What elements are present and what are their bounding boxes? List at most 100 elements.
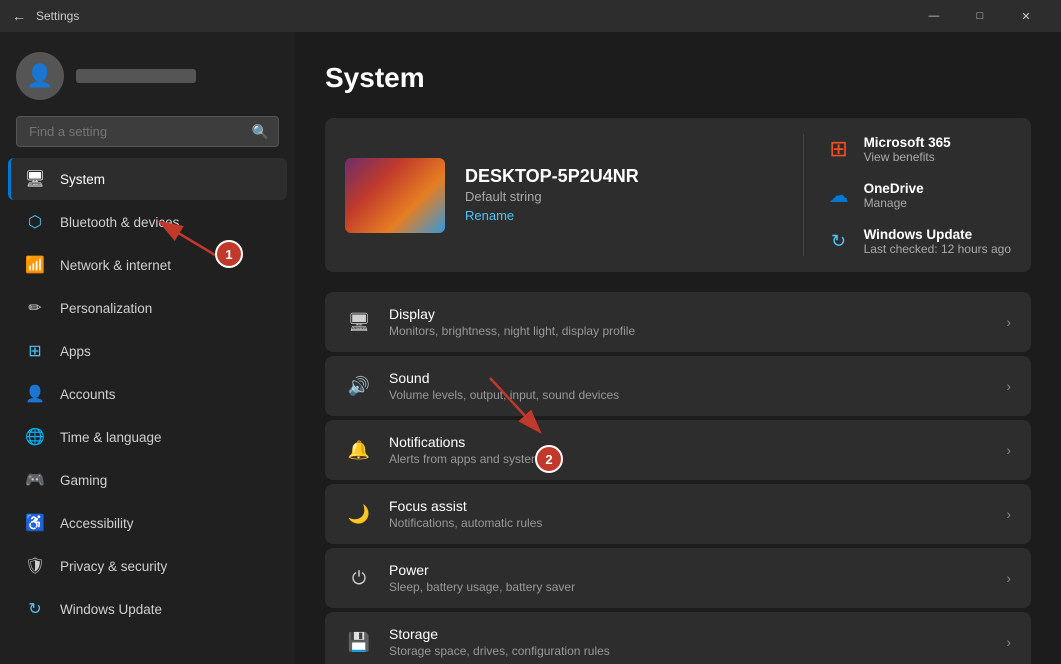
onedrive-subtitle: Manage bbox=[864, 196, 924, 210]
maximize-button[interactable]: □ bbox=[957, 0, 1003, 32]
titlebar: ← Settings — □ ✕ bbox=[0, 0, 1061, 32]
windows-update-action-icon: ↻ bbox=[824, 226, 854, 256]
sidebar-item-network[interactable]: 📶 Network & internet bbox=[8, 244, 287, 286]
sound-title: Sound bbox=[389, 370, 990, 386]
sidebar: 👤 🔍 🖥 System ⬡ Bl bbox=[0, 32, 295, 664]
chevron-right-icon: › bbox=[1006, 506, 1011, 522]
sidebar-item-label: Accounts bbox=[60, 387, 116, 402]
settings-row-focus-assist[interactable]: 🌙 Focus assist Notifications, automatic … bbox=[325, 484, 1031, 544]
power-icon: ⏻ bbox=[345, 564, 373, 592]
settings-row-notifications[interactable]: 🔔 Notifications Alerts from apps and sys… bbox=[325, 420, 1031, 480]
sidebar-item-accounts[interactable]: 👤 Accounts bbox=[8, 373, 287, 415]
chevron-right-icon: › bbox=[1006, 634, 1011, 650]
sidebar-item-label: Network & internet bbox=[60, 258, 171, 273]
search-container: 🔍 bbox=[16, 116, 279, 147]
window-title: Settings bbox=[36, 9, 79, 23]
device-actions: ⊞ Microsoft 365 View benefits ☁ OneDrive… bbox=[803, 134, 1011, 256]
sidebar-item-time[interactable]: 🌐 Time & language bbox=[8, 416, 287, 458]
settings-list: 🖥 Display Monitors, brightness, night li… bbox=[325, 292, 1031, 664]
personalization-icon: ✏ bbox=[24, 297, 46, 319]
onedrive-title: OneDrive bbox=[864, 181, 924, 196]
username-placeholder bbox=[76, 69, 196, 83]
main-content: System DESKTOP-5P2U4NR Default string Re… bbox=[295, 32, 1061, 664]
sidebar-item-bluetooth[interactable]: ⬡ Bluetooth & devices bbox=[8, 201, 287, 243]
notifications-icon: 🔔 bbox=[345, 436, 373, 464]
focus-assist-icon: 🌙 bbox=[345, 500, 373, 528]
microsoft365-subtitle: View benefits bbox=[864, 150, 951, 164]
notifications-title: Notifications bbox=[389, 434, 990, 450]
time-icon: 🌐 bbox=[24, 426, 46, 448]
privacy-icon: 🛡 bbox=[24, 555, 46, 577]
chevron-right-icon: › bbox=[1006, 378, 1011, 394]
device-name: DESKTOP-5P2U4NR bbox=[465, 166, 783, 187]
windows-update-action[interactable]: ↻ Windows Update Last checked: 12 hours … bbox=[824, 226, 1011, 256]
microsoft365-icon: ⊞ bbox=[824, 134, 854, 164]
titlebar-left: ← Settings bbox=[12, 8, 79, 24]
settings-row-display[interactable]: 🖥 Display Monitors, brightness, night li… bbox=[325, 292, 1031, 352]
windows-update-icon: ↻ bbox=[24, 598, 46, 620]
sound-subtitle: Volume levels, output, input, sound devi… bbox=[389, 388, 990, 402]
gaming-icon: 🎮 bbox=[24, 469, 46, 491]
apps-icon: ⊞ bbox=[24, 340, 46, 362]
sidebar-item-windows-update[interactable]: ↻ Windows Update bbox=[8, 588, 287, 630]
focus-assist-subtitle: Notifications, automatic rules bbox=[389, 516, 990, 530]
close-button[interactable]: ✕ bbox=[1003, 0, 1049, 32]
settings-row-power[interactable]: ⏻ Power Sleep, battery usage, battery sa… bbox=[325, 548, 1031, 608]
storage-icon: 💾 bbox=[345, 628, 373, 656]
bluetooth-icon: ⬡ bbox=[24, 211, 46, 233]
user-profile: 👤 bbox=[0, 32, 295, 116]
device-info: DESKTOP-5P2U4NR Default string Rename bbox=[465, 166, 783, 225]
sidebar-item-system[interactable]: 🖥 System bbox=[8, 158, 287, 200]
search-input[interactable] bbox=[16, 116, 279, 147]
display-subtitle: Monitors, brightness, night light, displ… bbox=[389, 324, 990, 338]
windows-update-action-subtitle: Last checked: 12 hours ago bbox=[864, 242, 1011, 256]
sidebar-item-privacy[interactable]: 🛡 Privacy & security bbox=[8, 545, 287, 587]
sidebar-item-apps[interactable]: ⊞ Apps bbox=[8, 330, 287, 372]
storage-subtitle: Storage space, drives, configuration rul… bbox=[389, 644, 990, 658]
search-icon: 🔍 bbox=[252, 123, 269, 140]
sidebar-item-label: Privacy & security bbox=[60, 559, 167, 574]
onedrive-action[interactable]: ☁ OneDrive Manage bbox=[824, 180, 1011, 210]
minimize-button[interactable]: — bbox=[911, 0, 957, 32]
power-subtitle: Sleep, battery usage, battery saver bbox=[389, 580, 990, 594]
page-title: System bbox=[325, 62, 1031, 94]
rename-button[interactable]: Rename bbox=[465, 208, 514, 223]
avatar: 👤 bbox=[16, 52, 64, 100]
chevron-right-icon: › bbox=[1006, 314, 1011, 330]
system-icon: 🖥 bbox=[24, 168, 46, 190]
windows-update-action-title: Windows Update bbox=[864, 227, 1011, 242]
chevron-right-icon: › bbox=[1006, 442, 1011, 458]
power-title: Power bbox=[389, 562, 990, 578]
nav-menu: 🖥 System ⬡ Bluetooth & devices 📶 Network… bbox=[0, 157, 295, 631]
sidebar-item-accessibility[interactable]: ♿ Accessibility bbox=[8, 502, 287, 544]
focus-assist-title: Focus assist bbox=[389, 498, 990, 514]
microsoft365-action[interactable]: ⊞ Microsoft 365 View benefits bbox=[824, 134, 1011, 164]
device-subtitle: Default string bbox=[465, 189, 783, 204]
sidebar-item-label: Bluetooth & devices bbox=[60, 215, 179, 230]
sidebar-item-label: Windows Update bbox=[60, 602, 162, 617]
sidebar-item-gaming[interactable]: 🎮 Gaming bbox=[8, 459, 287, 501]
chevron-right-icon: › bbox=[1006, 570, 1011, 586]
device-card: DESKTOP-5P2U4NR Default string Rename ⊞ … bbox=[325, 118, 1031, 272]
sidebar-item-label: Personalization bbox=[60, 301, 152, 316]
sidebar-item-label: System bbox=[60, 172, 105, 187]
settings-row-sound[interactable]: 🔊 Sound Volume levels, output, input, so… bbox=[325, 356, 1031, 416]
user-icon: 👤 bbox=[26, 63, 53, 89]
window-controls: — □ ✕ bbox=[911, 0, 1049, 32]
accessibility-icon: ♿ bbox=[24, 512, 46, 534]
sidebar-item-personalization[interactable]: ✏ Personalization bbox=[8, 287, 287, 329]
back-icon[interactable]: ← bbox=[12, 8, 26, 24]
sidebar-item-label: Gaming bbox=[60, 473, 107, 488]
sidebar-item-label: Time & language bbox=[60, 430, 162, 445]
display-title: Display bbox=[389, 306, 990, 322]
annotation-badge-2: 2 bbox=[535, 445, 563, 473]
device-image bbox=[345, 158, 445, 233]
annotation-badge-1: 1 bbox=[215, 240, 243, 268]
sound-icon: 🔊 bbox=[345, 372, 373, 400]
sidebar-item-label: Accessibility bbox=[60, 516, 134, 531]
network-icon: 📶 bbox=[24, 254, 46, 276]
storage-title: Storage bbox=[389, 626, 990, 642]
accounts-icon: 👤 bbox=[24, 383, 46, 405]
sidebar-item-label: Apps bbox=[60, 344, 91, 359]
settings-row-storage[interactable]: 💾 Storage Storage space, drives, configu… bbox=[325, 612, 1031, 664]
